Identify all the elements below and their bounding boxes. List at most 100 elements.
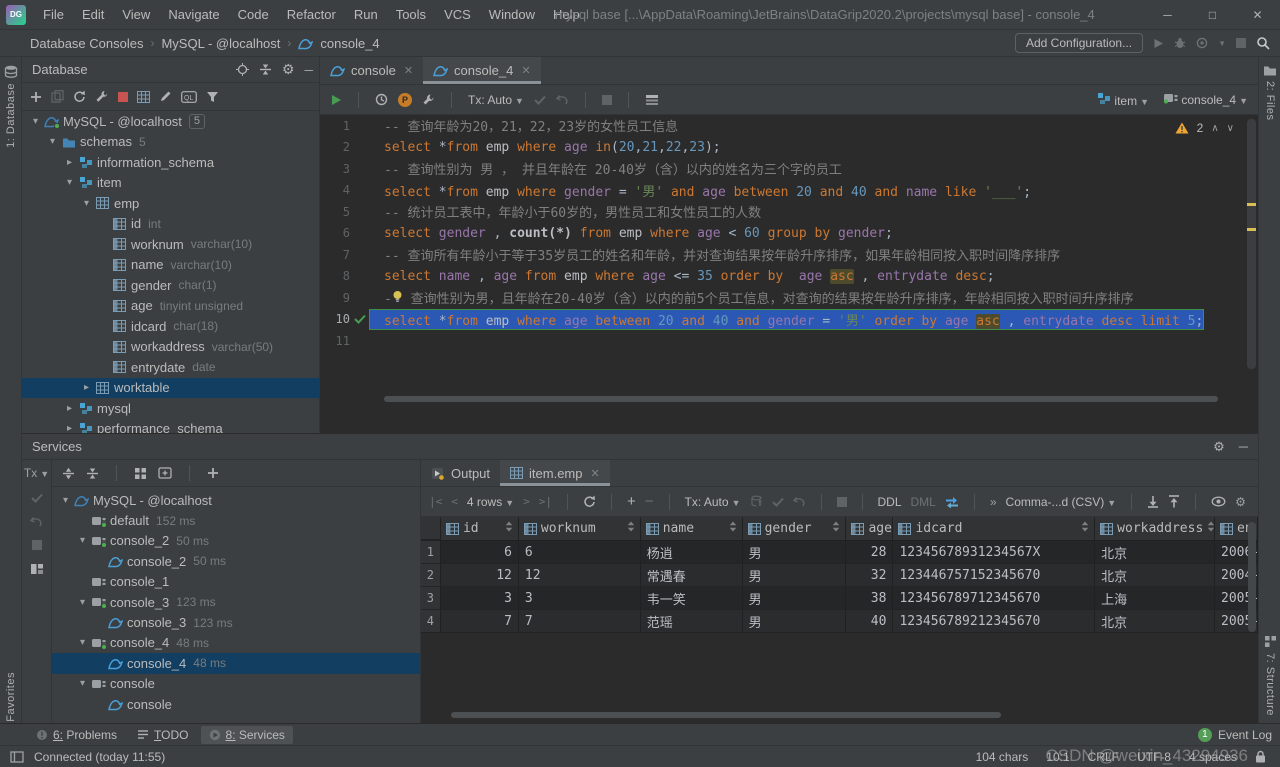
- menu-vcs[interactable]: VCS: [435, 7, 480, 22]
- editor-tab-console[interactable]: console ✕: [320, 57, 423, 84]
- row-number[interactable]: 2: [421, 564, 441, 587]
- chevron-right-icon[interactable]: ▸: [62, 423, 77, 433]
- grid-settings-icon[interactable]: ⚙: [1235, 495, 1246, 509]
- chevron-down-icon[interactable]: ▾: [28, 116, 43, 127]
- grid-cell[interactable]: 123456789212345670: [893, 610, 1095, 633]
- tree-item-console_3[interactable]: ▾ console_3123 ms: [52, 592, 420, 612]
- grid-cell[interactable]: 北京: [1095, 610, 1215, 633]
- sort-icon[interactable]: [505, 521, 513, 532]
- status-item[interactable]: CRLF: [1088, 750, 1119, 764]
- grid-cell[interactable]: 男: [743, 541, 847, 564]
- rollback-icon[interactable]: [793, 496, 806, 507]
- grid-cell[interactable]: 12: [441, 564, 519, 587]
- grid-column-header-workaddress[interactable]: workaddress: [1095, 517, 1215, 540]
- minimize-icon[interactable]: ─: [1145, 0, 1190, 30]
- grid-cell[interactable]: 38: [846, 587, 893, 610]
- chevron-down-icon[interactable]: ▾: [75, 637, 90, 648]
- bulb-icon[interactable]: [392, 290, 403, 303]
- settings-icon[interactable]: ⚙: [1213, 439, 1225, 455]
- chevron-right-icon[interactable]: ▸: [79, 382, 94, 393]
- edit-icon[interactable]: [159, 90, 172, 103]
- grid-column-header-worknum[interactable]: worknum: [519, 517, 641, 540]
- code-line-9[interactable]: 9 - 查询性别为男，且年龄在20-40岁（含）以内的前5个员工信息，对查询的结…: [320, 287, 1258, 309]
- toolwindow-button-8-services[interactable]: 8: Services: [201, 726, 293, 744]
- sort-icon[interactable]: [832, 521, 840, 532]
- console-file-icon[interactable]: QL: [181, 91, 197, 103]
- delete-row-icon[interactable]: −: [645, 493, 654, 510]
- tree-item-mysql[interactable]: ▸ mysql: [22, 398, 319, 419]
- results-tab-output[interactable]: Output: [421, 460, 500, 486]
- status-item[interactable]: 10:1: [1046, 750, 1069, 764]
- reload-icon[interactable]: [583, 495, 596, 508]
- chevron-down-icon[interactable]: ▾: [75, 597, 90, 608]
- editor-tab-console_4[interactable]: console_4 ✕: [423, 57, 541, 84]
- prev-page-icon[interactable]: <: [451, 495, 458, 508]
- grid-column-header-name[interactable]: name: [641, 517, 743, 540]
- commit-icon[interactable]: [31, 493, 43, 503]
- grid-cell[interactable]: 北京: [1095, 541, 1215, 564]
- tree-item-console_4[interactable]: ▾ console_448 ms: [52, 633, 420, 653]
- tree-item-name[interactable]: namevarchar(10): [22, 255, 319, 276]
- refresh-icon[interactable]: [73, 90, 86, 103]
- grid-cell[interactable]: 3: [441, 587, 519, 610]
- chevron-down-icon[interactable]: ▾: [75, 678, 90, 689]
- grid-cell[interactable]: 12345678931234567X: [893, 541, 1095, 564]
- tree-item-mysql-localhost[interactable]: ▾ MySQL - @localhost: [52, 490, 420, 510]
- tree-item-console_2[interactable]: ▾ console_250 ms: [52, 531, 420, 551]
- chevron-down-icon[interactable]: ▾: [62, 177, 77, 188]
- output-mode-icon[interactable]: [645, 94, 659, 106]
- history-icon[interactable]: [375, 93, 388, 106]
- sort-icon[interactable]: [627, 521, 635, 532]
- stop-icon[interactable]: [1236, 38, 1246, 48]
- tree-item-schemas[interactable]: ▾ schemas5: [22, 132, 319, 153]
- add-configuration-button[interactable]: Add Configuration...: [1015, 33, 1143, 53]
- menu-file[interactable]: File: [34, 7, 73, 22]
- view-options-icon[interactable]: [1211, 496, 1226, 507]
- dml-button[interactable]: DML: [911, 495, 936, 509]
- import-upload-icon[interactable]: [1168, 495, 1180, 508]
- check-green-icon[interactable]: [354, 314, 366, 324]
- tree-item-item[interactable]: ▾ item: [22, 173, 319, 194]
- tree-item-console_3[interactable]: console_3123 ms: [52, 612, 420, 632]
- compare-icon[interactable]: [945, 496, 959, 508]
- close-tab-icon[interactable]: ✕: [521, 64, 530, 77]
- menu-edit[interactable]: Edit: [73, 7, 113, 22]
- tree-item-console_4[interactable]: console_448 ms: [52, 653, 420, 673]
- lock-icon[interactable]: [1255, 750, 1266, 763]
- row-number[interactable]: 4: [421, 610, 441, 633]
- grid-cell[interactable]: 范瑶: [641, 610, 743, 633]
- row-number[interactable]: 1: [421, 541, 441, 564]
- menu-run[interactable]: Run: [345, 7, 387, 22]
- breadcrumb-item[interactable]: Database Consoles: [30, 36, 143, 51]
- menu-navigate[interactable]: Navigate: [159, 7, 228, 22]
- stripe-button-database[interactable]: 1: Database: [5, 83, 17, 148]
- grid-cell[interactable]: 123456789712345670: [893, 587, 1095, 610]
- tree-item-console_2[interactable]: console_250 ms: [52, 551, 420, 571]
- menu-tools[interactable]: Tools: [387, 7, 435, 22]
- last-page-icon[interactable]: >|: [539, 495, 552, 508]
- code-editor[interactable]: 1 -- 查询年龄为20，21，22，23岁的女性员工信息 2 select *…: [320, 115, 1258, 433]
- close-tab-icon[interactable]: ✕: [404, 64, 413, 77]
- grid-column-header-gender[interactable]: gender: [743, 517, 847, 540]
- code-line-8[interactable]: 8 select name , age from emp where age <…: [320, 266, 1258, 288]
- editor-vertical-scrollbar[interactable]: [1247, 119, 1256, 369]
- open-in-new-tab-icon[interactable]: [158, 467, 172, 479]
- grid-cell[interactable]: 6: [441, 541, 519, 564]
- code-line-4[interactable]: 4 select *from emp where gender = '男' an…: [320, 180, 1258, 202]
- add-icon[interactable]: [30, 91, 42, 103]
- sort-icon[interactable]: [729, 521, 737, 532]
- grid-column-header-id[interactable]: id: [441, 517, 519, 540]
- code-line-7[interactable]: 7 -- 查询所有年龄小于等于35岁员工的姓名和年龄，并对查询结果按年龄升序排序…: [320, 244, 1258, 266]
- tree-item-workaddress[interactable]: workaddressvarchar(50): [22, 337, 319, 358]
- tree-item-console[interactable]: ▾ console: [52, 674, 420, 694]
- tree-item-entrydate[interactable]: entrydatedate: [22, 357, 319, 378]
- sort-icon[interactable]: [1257, 521, 1258, 532]
- search-icon[interactable]: [1256, 36, 1270, 50]
- hide-icon[interactable]: ─: [1239, 439, 1248, 455]
- tx-switch[interactable]: Tx▼: [24, 466, 49, 480]
- tree-item-performance_schema[interactable]: ▸ performance_schema: [22, 419, 319, 434]
- toolwindow-button-6-problems[interactable]: 6: Problems: [28, 726, 125, 744]
- expand-all-icon[interactable]: [62, 467, 75, 480]
- data-source-properties-icon[interactable]: [95, 90, 109, 103]
- grid-column-header-idcard[interactable]: idcard: [893, 517, 1095, 540]
